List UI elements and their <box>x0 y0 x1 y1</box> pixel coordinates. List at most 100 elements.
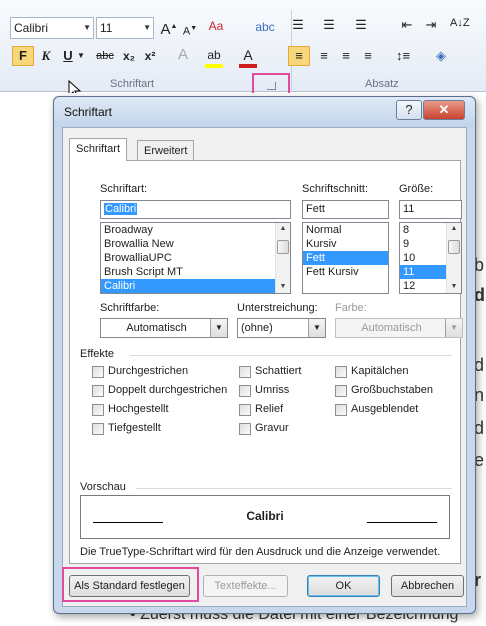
checkbox-label: Großbuchstaben <box>351 384 433 396</box>
checkbox-engrave[interactable] <box>239 423 251 435</box>
scroll-thumb[interactable] <box>277 240 289 254</box>
checkbox-label: Gravur <box>255 422 289 434</box>
multilevel-icon[interactable]: ☰ <box>352 16 370 34</box>
shading-icon[interactable]: ◈ <box>430 47 452 65</box>
grow-font-button[interactable]: A▲ <box>160 18 178 39</box>
font-size-list[interactable]: 8 9 10 11 12 ▲ ▼ <box>399 222 462 294</box>
align-center-button[interactable]: ≡ <box>315 47 333 65</box>
scroll-thumb[interactable] <box>448 240 460 254</box>
checkbox-label: Tiefgestellt <box>108 422 161 434</box>
underline-select[interactable]: (ohne) ▼ <box>237 318 326 338</box>
phonetic-icon[interactable]: abc <box>255 18 275 36</box>
checkbox-outline[interactable] <box>239 385 251 397</box>
chevron-down-icon[interactable]: ▼ <box>210 319 227 337</box>
strike-button[interactable]: abc <box>93 47 117 65</box>
tab-advanced[interactable]: Erweitert <box>137 140 195 160</box>
checkbox-all-caps[interactable] <box>335 385 347 397</box>
list-item-selected[interactable]: 11 <box>400 265 446 279</box>
font-name-input-value: Calibri <box>104 203 138 215</box>
list-item-selected[interactable]: Calibri <box>101 279 290 293</box>
list-item[interactable]: Kursiv <box>303 237 388 251</box>
font-style-list[interactable]: Normal Kursiv Fett Fett Kursiv <box>302 222 389 294</box>
ok-button[interactable]: OK <box>307 575 380 597</box>
underline-button[interactable]: U <box>60 47 76 65</box>
list-item-selected[interactable]: Fett <box>303 251 388 265</box>
justify-button[interactable]: ≡ <box>359 47 377 65</box>
preview-label: Vorschau <box>80 481 126 493</box>
checkbox-emboss[interactable] <box>239 404 251 416</box>
tab-font[interactable]: Schriftart <box>69 138 128 161</box>
font-color-select[interactable]: Automatisch ▼ <box>100 318 228 338</box>
checkbox-label: Schattiert <box>255 365 302 377</box>
line-spacing-icon[interactable]: ↕≡ <box>392 47 414 65</box>
checkbox-shadow[interactable] <box>239 366 251 378</box>
font-name-combo[interactable]: Calibri ▼ <box>10 17 94 39</box>
bold-button[interactable]: F <box>12 46 34 66</box>
effects-label: Effekte <box>80 348 115 360</box>
shrink-font-button[interactable]: A▼ <box>182 20 198 41</box>
numbering-icon[interactable]: ☰ <box>320 16 338 34</box>
checkbox-label: Ausgeblendet <box>351 403 419 415</box>
chevron-down-icon[interactable]: ▼ <box>143 18 151 38</box>
bullets-icon[interactable]: ☰ <box>289 16 307 34</box>
scrollbar[interactable]: ▲ ▼ <box>446 223 461 293</box>
subscript-button[interactable]: x₂ <box>120 47 138 65</box>
scroll-up-icon[interactable]: ▲ <box>276 223 290 235</box>
chevron-down-icon: ▼ <box>445 319 462 337</box>
checkbox-double-strikethrough[interactable] <box>92 385 104 397</box>
dialog-titlebar[interactable]: Schriftart ? ✕ <box>54 97 475 127</box>
align-right-button[interactable]: ≡ <box>337 47 355 65</box>
cancel-button[interactable]: Abbrechen <box>391 575 464 597</box>
checkbox-hidden[interactable] <box>335 404 347 416</box>
font-color-icon[interactable]: A <box>239 46 257 68</box>
decrease-indent-icon[interactable]: ⇤ <box>398 16 416 34</box>
font-size-combo[interactable]: 11 ▼ <box>96 17 154 39</box>
list-item[interactable]: Normal <box>303 223 388 237</box>
font-name-label: Schriftart: <box>100 183 148 195</box>
group-label-paragraph: Absatz <box>365 78 399 90</box>
clear-format-icon[interactable]: Aa <box>206 17 226 35</box>
group-label-font: Schriftart <box>110 78 155 90</box>
scroll-down-icon[interactable]: ▼ <box>276 281 290 293</box>
scroll-down-icon[interactable]: ▼ <box>447 281 461 293</box>
checkbox-small-caps[interactable] <box>335 366 347 378</box>
help-button[interactable]: ? <box>396 100 422 120</box>
scroll-up-icon[interactable]: ▲ <box>447 223 461 235</box>
checkbox-superscript[interactable] <box>92 404 104 416</box>
scrollbar[interactable]: ▲ ▼ <box>275 223 290 293</box>
list-item[interactable]: BrowalliaUPC <box>101 251 290 265</box>
increase-indent-icon[interactable]: ⇥ <box>422 16 440 34</box>
dialog-title: Schriftart <box>64 105 113 119</box>
checkbox-label: Hochgestellt <box>108 403 169 415</box>
font-name-input[interactable]: Calibri <box>100 200 291 219</box>
section-divider <box>130 355 452 356</box>
underline-label: Unterstreichung: <box>237 302 318 314</box>
preview-box: Calibri <box>80 495 450 539</box>
font-size-value: 11 <box>100 21 113 35</box>
underline-color-label: Farbe: <box>335 302 367 314</box>
checkbox-subscript[interactable] <box>92 423 104 435</box>
checkbox-label: Relief <box>255 403 284 415</box>
close-button[interactable]: ✕ <box>423 100 465 120</box>
font-size-input[interactable]: 11 <box>399 200 462 219</box>
align-left-button[interactable]: ≡ <box>288 46 310 66</box>
chevron-down-icon[interactable]: ▼ <box>76 47 86 65</box>
list-item[interactable]: Browallia New <box>101 237 290 251</box>
font-name-list[interactable]: Broadway Browallia New BrowalliaUPC Brus… <box>100 222 291 294</box>
highlight-icon[interactable]: ab <box>205 46 223 68</box>
chevron-down-icon[interactable]: ▼ <box>83 18 91 38</box>
list-item[interactable]: Brush Script MT <box>101 265 290 279</box>
font-style-input[interactable]: Fett <box>302 200 389 219</box>
list-item[interactable]: Fett Kursiv <box>303 265 388 279</box>
sort-icon[interactable]: A↓Z <box>450 14 470 32</box>
dialog-client-area: Schriftart Erweitert Schriftart: Calibri… <box>62 127 467 607</box>
list-item[interactable]: Broadway <box>101 223 290 237</box>
text-effects-button: Texteffekte... <box>203 575 288 597</box>
text-effects-icon[interactable]: A <box>174 46 192 64</box>
chevron-down-icon[interactable]: ▼ <box>308 319 325 337</box>
checkbox-strikethrough[interactable] <box>92 366 104 378</box>
checkbox-label: Durchgestrichen <box>108 365 189 377</box>
superscript-button[interactable]: x² <box>141 47 159 65</box>
italic-button[interactable]: K <box>38 47 54 65</box>
underline-color-value: Automatisch <box>361 322 422 334</box>
